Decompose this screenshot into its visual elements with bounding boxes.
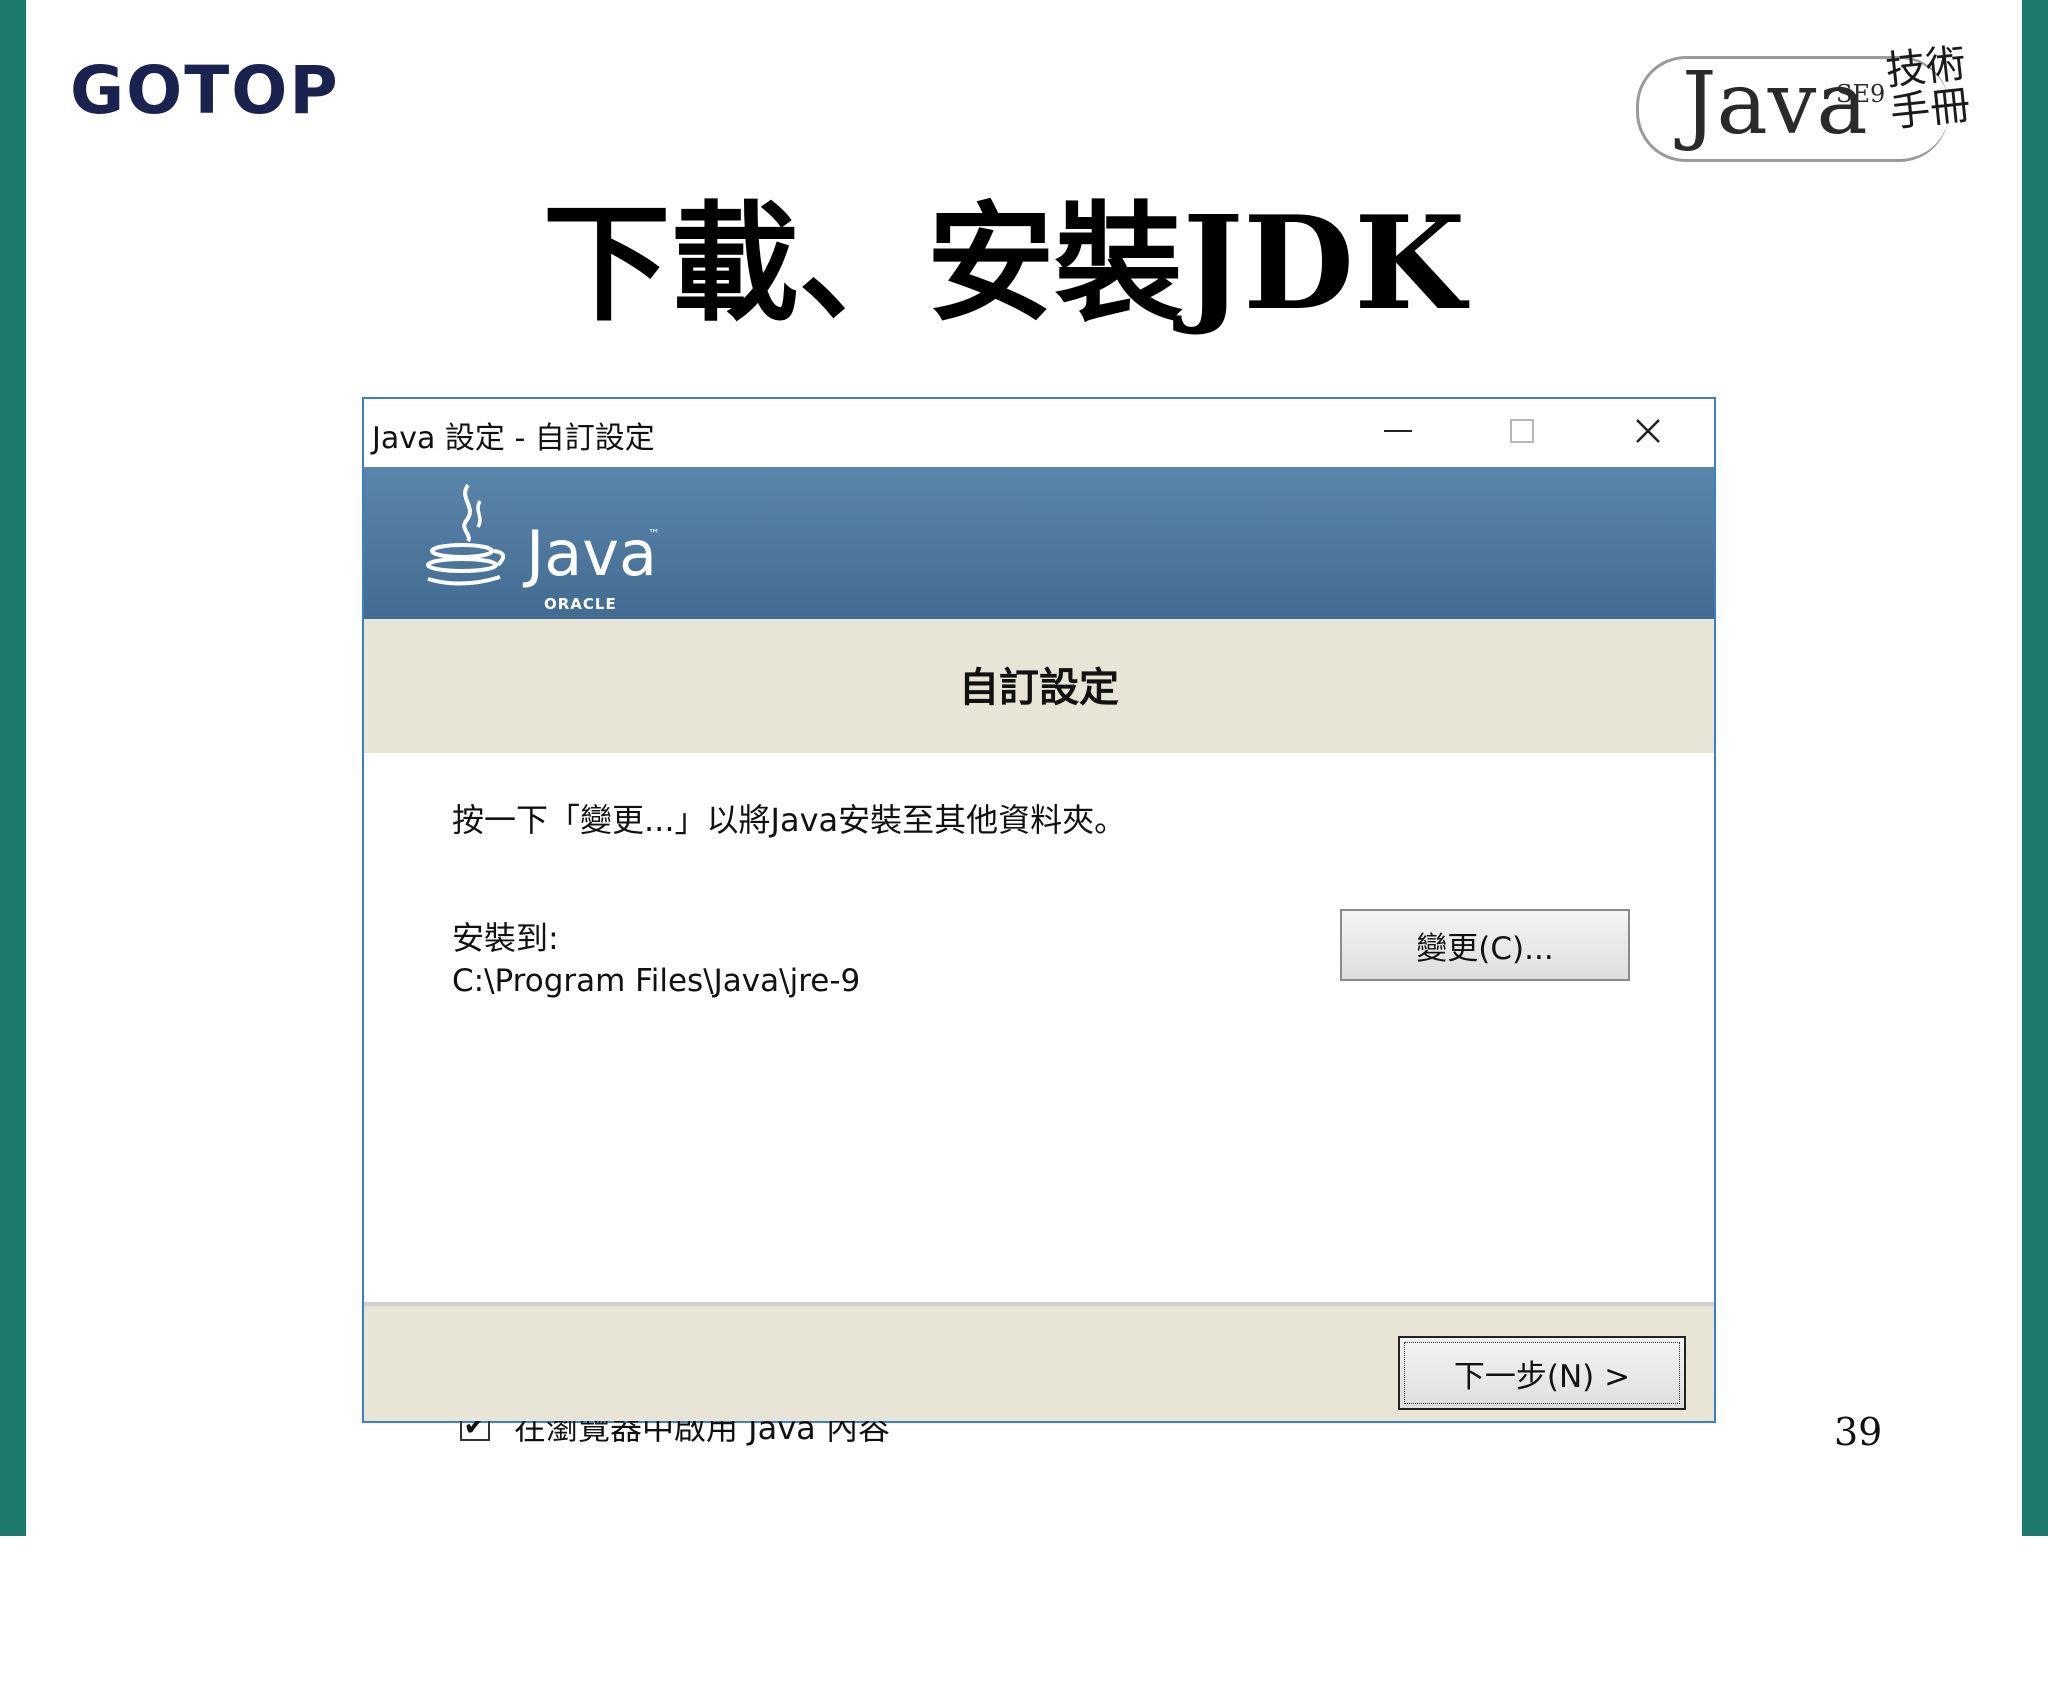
book-logo-subtitle: 技術手冊: [1883, 40, 1973, 137]
window-titlebar: Java 設定 - 自訂設定: [364, 399, 1714, 467]
java-logo-text: Java: [526, 517, 657, 590]
install-to-label: 安裝到:: [452, 919, 559, 957]
minimize-icon: [1384, 430, 1412, 432]
page-number: 39: [1834, 1410, 1883, 1454]
window-title: Java 設定 - 自訂設定: [372, 421, 655, 456]
instruction-text: 按一下「變更...」以將Java安裝至其他資料夾。: [452, 801, 1127, 839]
close-icon: [1636, 419, 1660, 443]
minimize-button[interactable]: [1370, 409, 1426, 453]
oracle-logo-text: ORACLE: [544, 595, 617, 613]
dialog-body: 按一下「變更...」以將Java安裝至其他資料夾。 安裝到: C:\Progra…: [364, 753, 1714, 1699]
java-banner: Java ™ ORACLE: [364, 467, 1714, 619]
book-logo-edition: SE9: [1836, 80, 1886, 108]
java-setup-window: Java 設定 - 自訂設定 Java ™ ORACLE 自訂設定 按一下「變更…: [362, 397, 1716, 1447]
java-cup-icon: [426, 483, 506, 586]
section-header: 自訂設定: [364, 619, 1714, 753]
install-path: C:\Program Files\Java\jre-9: [452, 963, 861, 999]
maximize-button[interactable]: [1494, 409, 1550, 453]
dialog-footer: 下一步(N) >: [364, 1306, 1714, 1421]
gotop-logo: GOTOP: [70, 52, 340, 129]
section-heading: 自訂設定: [959, 665, 1119, 711]
java-trademark: ™: [648, 527, 660, 541]
slide-title: 下載、安裝JDK: [542, 189, 1466, 339]
change-button[interactable]: 變更(C)...: [1340, 909, 1630, 981]
next-button-focus: 下一步(N) >: [1404, 1342, 1680, 1404]
next-button[interactable]: 下一步(N) >: [1398, 1336, 1686, 1410]
close-button[interactable]: [1620, 409, 1676, 453]
java-book-logo: Java SE9 技術手冊: [1636, 41, 1976, 176]
maximize-icon: [1510, 419, 1534, 443]
